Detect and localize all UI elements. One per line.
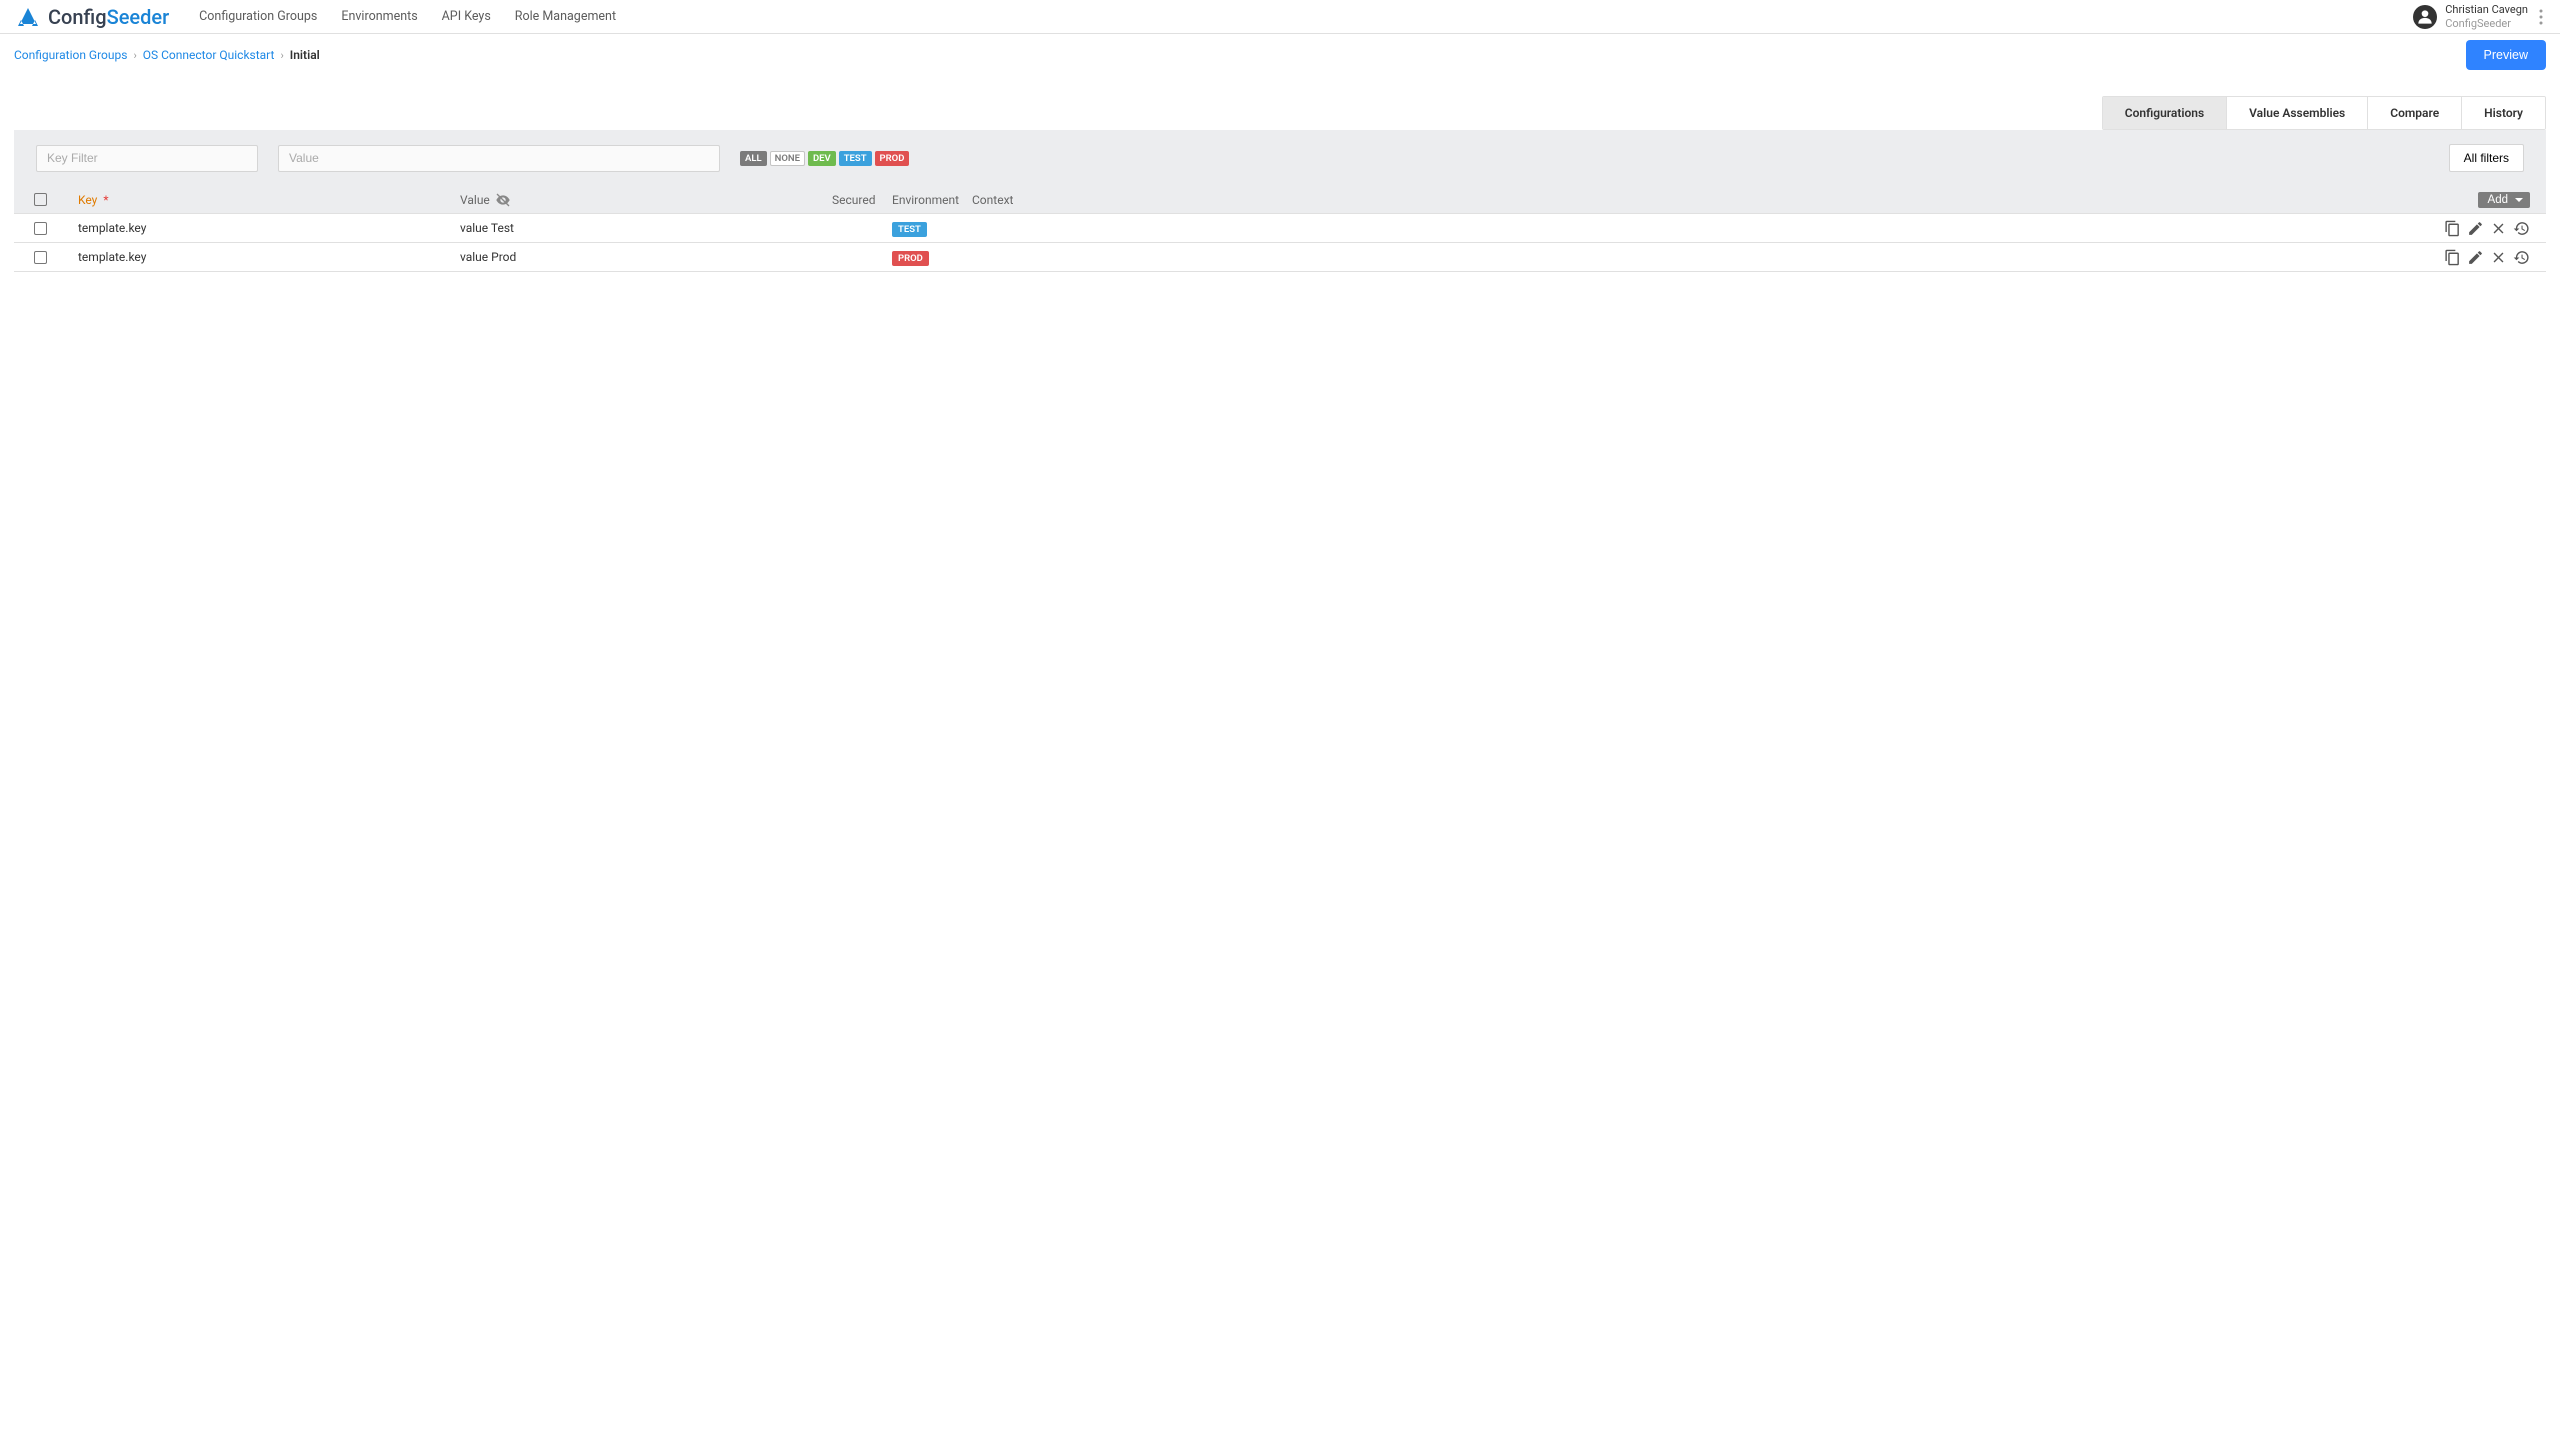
more-dots-icon[interactable] [2536, 9, 2546, 25]
th-key[interactable]: Key* [78, 193, 460, 207]
chevron-right-icon: › [133, 49, 136, 62]
logo[interactable]: ConfigSeeder [14, 5, 169, 29]
th-environment[interactable]: Environment [892, 193, 972, 207]
row-actions [2436, 249, 2546, 266]
user-org: ConfigSeeder [2445, 17, 2528, 30]
history-icon[interactable] [2513, 249, 2530, 266]
cell-value: value Test [460, 221, 832, 235]
key-filter-input[interactable] [36, 145, 258, 172]
all-filters-button[interactable]: All filters [2449, 144, 2524, 172]
th-secured[interactable]: Secured [832, 193, 892, 207]
filters-row: ALL NONE DEV TEST PROD All filters [14, 130, 2546, 186]
cell-value: value Prod [460, 250, 832, 264]
copy-icon[interactable] [2444, 249, 2461, 266]
th-value[interactable]: Value [460, 192, 832, 208]
tab-value-assemblies[interactable]: Value Assemblies [2227, 97, 2368, 129]
app-header: ConfigSeeder Configuration Groups Enviro… [0, 0, 2560, 34]
row-actions [2436, 220, 2546, 237]
copy-icon[interactable] [2444, 220, 2461, 237]
tabs-row: Configurations Value Assemblies Compare … [0, 96, 2560, 130]
subheader: Configuration Groups › OS Connector Quic… [0, 34, 2560, 76]
chip-test[interactable]: TEST [839, 151, 872, 166]
cell-key: template.key [78, 221, 460, 235]
edit-icon[interactable] [2467, 249, 2484, 266]
breadcrumb: Configuration Groups › OS Connector Quic… [14, 48, 320, 62]
breadcrumb-l1[interactable]: Configuration Groups [14, 48, 127, 62]
add-button[interactable]: Add [2478, 192, 2530, 208]
row-checkbox[interactable] [34, 222, 47, 235]
nav-role-management[interactable]: Role Management [515, 9, 616, 24]
table-body: template.key value Test TEST template.ke… [14, 214, 2546, 824]
chip-all[interactable]: ALL [740, 151, 767, 166]
th-checkbox [34, 193, 78, 206]
row-checkbox[interactable] [34, 251, 47, 264]
env-badge: PROD [892, 251, 929, 266]
main-nav: Configuration Groups Environments API Ke… [199, 9, 616, 24]
history-icon[interactable] [2513, 220, 2530, 237]
logo-text-1: Config [48, 5, 107, 29]
nav-config-groups[interactable]: Configuration Groups [199, 9, 317, 24]
tab-compare[interactable]: Compare [2368, 97, 2462, 129]
header-right: Christian Cavegn ConfigSeeder [2413, 3, 2546, 29]
cell-env: TEST [892, 221, 972, 236]
avatar[interactable] [2413, 5, 2437, 29]
env-badge: TEST [892, 222, 927, 237]
value-filter-input[interactable] [278, 145, 720, 172]
tab-history[interactable]: History [2462, 97, 2545, 129]
logo-icon [14, 6, 42, 28]
preview-button[interactable]: Preview [2466, 40, 2546, 70]
user-icon [2415, 7, 2435, 27]
tabs: Configurations Value Assemblies Compare … [2102, 96, 2546, 130]
select-all-checkbox[interactable] [34, 193, 47, 206]
nav-environments[interactable]: Environments [341, 9, 417, 24]
user-info: Christian Cavegn ConfigSeeder [2445, 3, 2528, 29]
table-row: template.key value Test TEST [14, 214, 2546, 243]
th-actions: Add [2486, 192, 2546, 208]
cell-key: template.key [78, 250, 460, 264]
env-chips: ALL NONE DEV TEST PROD [740, 151, 909, 166]
main-panel: ALL NONE DEV TEST PROD All filters Key* … [14, 130, 2546, 824]
cell-env: PROD [892, 250, 972, 265]
close-icon[interactable] [2490, 249, 2507, 266]
user-name: Christian Cavegn [2445, 3, 2528, 16]
chevron-down-icon [2514, 195, 2524, 205]
logo-text-2: Seeder [107, 5, 170, 29]
edit-icon[interactable] [2467, 220, 2484, 237]
tab-configurations[interactable]: Configurations [2103, 97, 2227, 129]
chip-dev[interactable]: DEV [808, 151, 836, 166]
nav-api-keys[interactable]: API Keys [442, 9, 491, 24]
breadcrumb-l2[interactable]: OS Connector Quickstart [143, 48, 275, 62]
close-icon[interactable] [2490, 220, 2507, 237]
chevron-right-icon: › [280, 49, 283, 62]
th-context[interactable]: Context [972, 193, 2486, 207]
breadcrumb-current: Initial [290, 48, 320, 62]
table-row: template.key value Prod PROD [14, 243, 2546, 272]
chip-none[interactable]: NONE [770, 151, 805, 166]
table-header: Key* Value Secured Environment Context A… [14, 186, 2546, 214]
required-marker: * [103, 193, 108, 207]
chip-prod[interactable]: PROD [875, 151, 910, 166]
eye-off-icon[interactable] [495, 192, 511, 208]
